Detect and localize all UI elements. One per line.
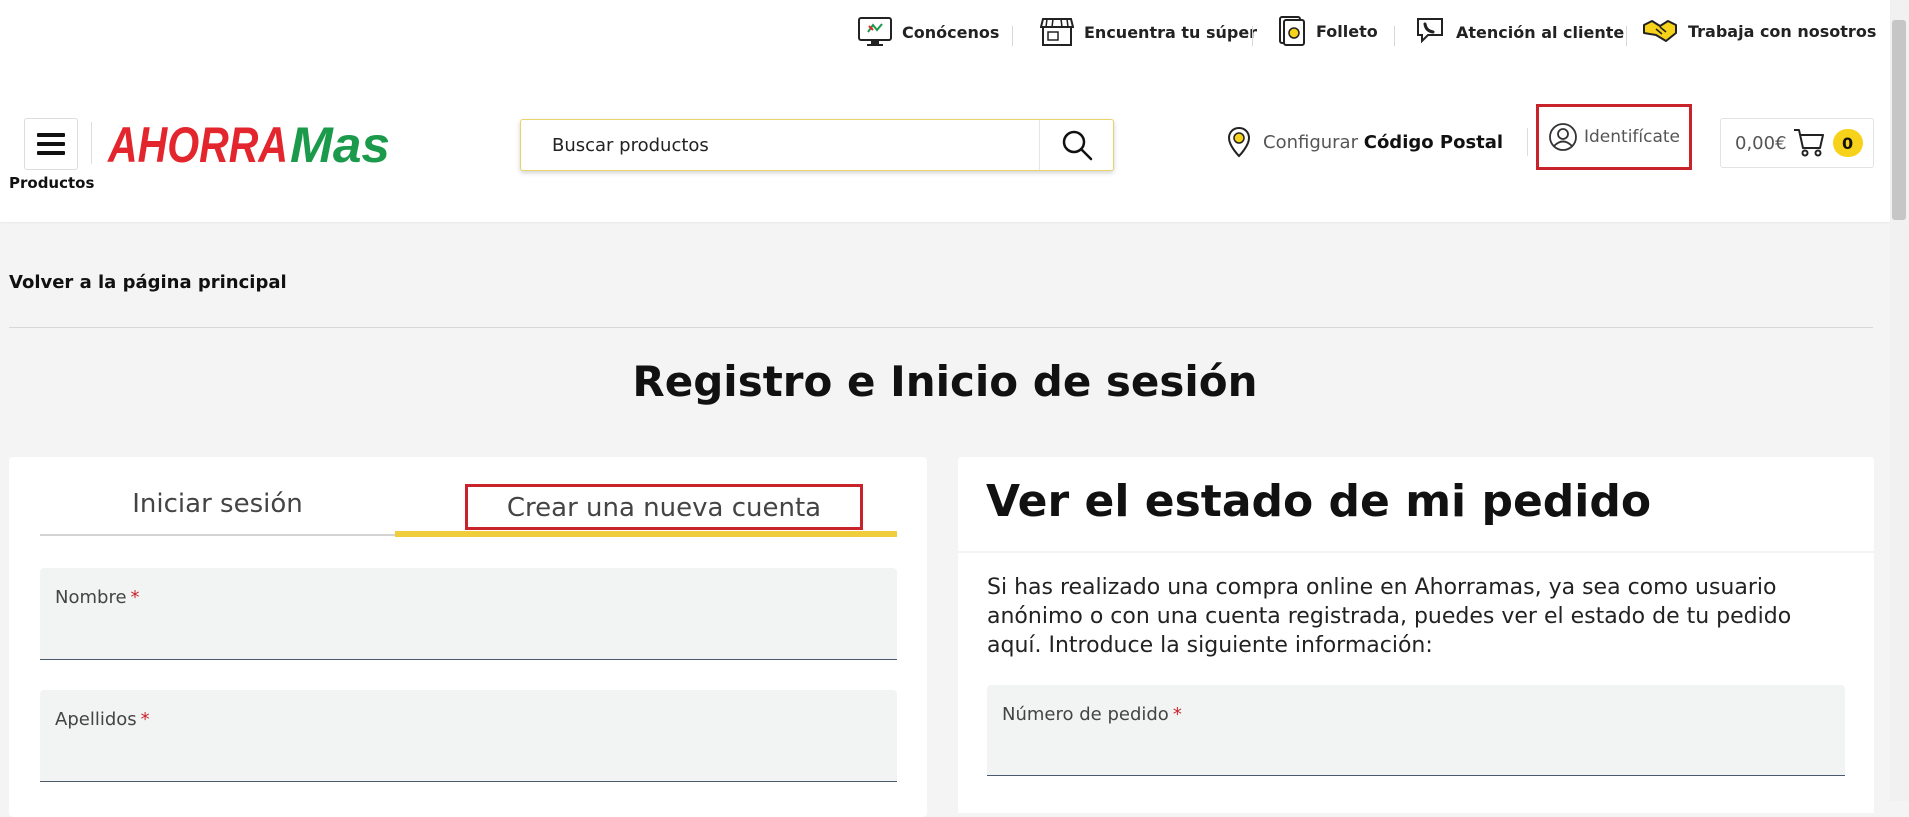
nav-link-trabaja[interactable]: Trabaja con nosotros xyxy=(1642,17,1876,45)
menu-button[interactable] xyxy=(24,118,78,170)
login-label: Identifícate xyxy=(1583,127,1681,147)
divider xyxy=(9,327,1873,328)
nav-separator xyxy=(1252,26,1253,46)
svg-text:AHORRA: AHORRA xyxy=(106,118,288,170)
user-icon xyxy=(1549,123,1577,151)
monitor-icon xyxy=(858,17,892,46)
nav-separator xyxy=(1626,26,1627,46)
tab-register[interactable]: Crear una nueva cuenta xyxy=(465,484,863,530)
location-pin-icon xyxy=(1227,126,1251,158)
back-to-home-link[interactable]: Volver a la página principal xyxy=(9,272,287,293)
nav-separator xyxy=(1394,26,1395,46)
search-button[interactable] xyxy=(1039,120,1113,170)
nav-link-encuentra-super[interactable]: Encuentra tu súper xyxy=(1040,17,1257,47)
menu-label[interactable]: Productos xyxy=(9,174,94,192)
cart-total: 0,00€ xyxy=(1735,132,1787,154)
cart-button[interactable]: 0,00€ 0 xyxy=(1720,118,1874,168)
logo-separator xyxy=(91,122,92,164)
nav-label: Folleto xyxy=(1316,21,1378,41)
field-label: Apellidos xyxy=(55,709,137,730)
phone-icon xyxy=(1417,18,1443,44)
search-bar xyxy=(520,119,1114,171)
scrollbar-thumb[interactable] xyxy=(1892,20,1906,220)
field-label: Nombre xyxy=(55,587,127,608)
required-mark: * xyxy=(1172,704,1182,725)
field-label: Número de pedido xyxy=(1002,704,1169,725)
cart-icon xyxy=(1793,129,1824,157)
nav-link-folleto[interactable]: Folleto xyxy=(1278,15,1378,47)
nav-label: Trabaja con nosotros xyxy=(1688,21,1877,41)
nav-label: Conócenos xyxy=(902,22,1000,42)
order-status-description: Si has realizado una compra online en Ah… xyxy=(987,575,1792,658)
cart-count-badge: 0 xyxy=(1832,129,1863,157)
page-title: Registro e Inicio de sesión xyxy=(632,357,1258,406)
nombre-field[interactable]: Nombre * xyxy=(40,568,897,660)
nav-link-conocenos[interactable]: Conócenos xyxy=(858,17,999,47)
nav-label: Atención al cliente xyxy=(1456,22,1625,42)
required-mark: * xyxy=(140,709,150,730)
postal-code-config[interactable]: Configurar Código Postal xyxy=(1227,126,1503,158)
postal-prefix: Configurar xyxy=(1263,131,1358,153)
search-input[interactable] xyxy=(521,120,1039,170)
svg-text:Mas: Mas xyxy=(290,118,390,170)
handshake-icon xyxy=(1643,20,1677,42)
tab-login[interactable]: Iniciar sesión xyxy=(40,480,395,536)
header-separator xyxy=(1527,128,1528,156)
nav-separator xyxy=(1012,26,1013,46)
postal-label: Código Postal xyxy=(1363,131,1504,153)
ahorramas-logo[interactable]: AHORRA Mas xyxy=(106,117,396,174)
order-number-field[interactable]: Número de pedido * xyxy=(987,685,1845,776)
nav-link-atencion-cliente[interactable]: Atención al cliente xyxy=(1414,17,1624,47)
order-status-title: Ver el estado de mi pedido xyxy=(986,476,1652,527)
hamburger-icon xyxy=(37,133,65,155)
required-mark: * xyxy=(130,587,140,608)
store-icon xyxy=(1040,18,1074,46)
leaflet-icon xyxy=(1279,16,1305,46)
login-button[interactable]: Identifícate xyxy=(1536,104,1692,170)
apellidos-field[interactable]: Apellidos * xyxy=(40,690,897,782)
nav-label: Encuentra tu súper xyxy=(1084,22,1258,42)
search-icon xyxy=(1062,130,1092,161)
